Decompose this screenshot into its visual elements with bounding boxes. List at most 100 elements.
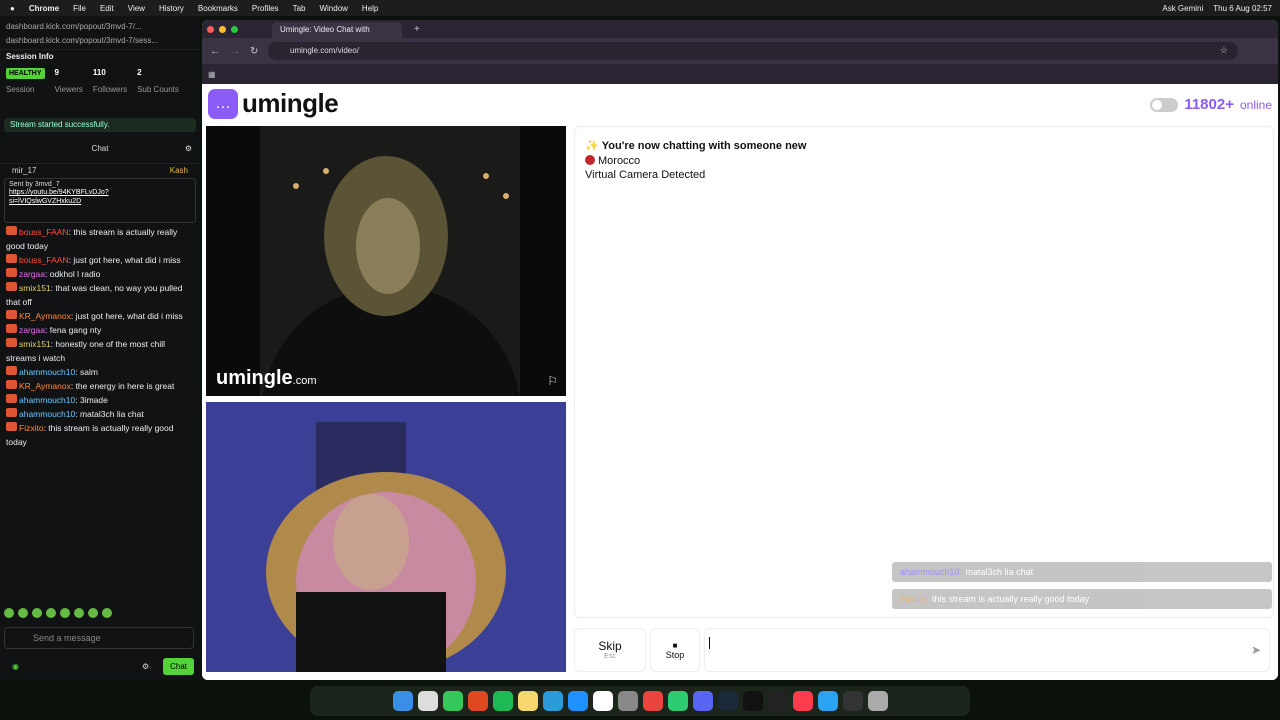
discord-icon[interactable]	[692, 691, 713, 711]
forward-icon[interactable]: →	[230, 46, 240, 57]
chat-username[interactable]: KR_Aymanox	[19, 311, 71, 321]
launchpad-icon[interactable]	[417, 691, 438, 711]
pinned-message: Sent by 3mvd_7 https://youtu.be/94KYBFLv…	[4, 178, 196, 223]
chat-username[interactable]: bouss_FAAN	[19, 227, 69, 237]
sub-badge-icon	[6, 310, 17, 319]
sub-badge-icon	[6, 268, 17, 277]
subs-count: 2	[137, 68, 142, 77]
umingle-logo[interactable]: … umingle	[208, 88, 339, 119]
chat-username[interactable]: zargaa	[19, 325, 45, 335]
new-tab-icon[interactable]: +	[414, 24, 420, 35]
menu-bookmarks[interactable]: Bookmarks	[198, 4, 238, 13]
kash-label[interactable]: Kash	[170, 164, 188, 178]
menu-view[interactable]: View	[128, 4, 145, 13]
pinned-link-2[interactable]: si=lVIQslwGVZHxku2D	[9, 197, 191, 206]
viewers-count: 9	[54, 68, 59, 77]
sub-badge-icon	[6, 394, 17, 403]
music-icon[interactable]	[792, 691, 813, 711]
bookmarks-bar: ▦	[202, 64, 1278, 84]
apps-grid-icon[interactable]: ▦	[208, 70, 216, 79]
menu-history[interactable]: History	[159, 4, 184, 13]
tab-umingle[interactable]: Umingle: Video Chat with	[272, 22, 402, 38]
notes-icon[interactable]	[517, 691, 538, 711]
chat-username[interactable]: zargaa	[19, 269, 45, 279]
chat-username[interactable]: ahammouch10	[19, 367, 75, 377]
theme-toggle[interactable]	[1150, 97, 1179, 112]
chat-message: ahammouch10: salm	[6, 365, 194, 379]
apple-icon[interactable]: ●	[10, 4, 15, 13]
menu-edit[interactable]: Edit	[100, 4, 114, 13]
chat-username[interactable]: bouss_FAAN	[19, 255, 69, 265]
notion-icon[interactable]	[592, 691, 613, 711]
send-icon[interactable]: ➤	[1251, 643, 1261, 657]
emote-bar[interactable]	[4, 608, 194, 620]
tiktok-icon[interactable]	[742, 691, 763, 711]
pinned-link-1[interactable]: https://youtu.be/94KYBFLvDJo?	[9, 188, 191, 197]
chat-text: salm	[79, 367, 98, 377]
finder-icon[interactable]	[392, 691, 413, 711]
pinned-user[interactable]: mir_17	[12, 164, 36, 178]
chat-username[interactable]: ahammouch10	[19, 395, 75, 405]
report-flag-icon[interactable]: ⚐	[547, 374, 558, 388]
chat-send-button[interactable]: Chat	[163, 658, 194, 675]
chrome-icon[interactable]	[642, 691, 663, 711]
chat-username[interactable]: smix151	[19, 339, 51, 349]
umingle-watermark: umingle.com	[216, 367, 317, 389]
steam-icon[interactable]	[717, 691, 738, 711]
facetime-icon[interactable]	[667, 691, 688, 711]
capcut-icon[interactable]	[767, 691, 788, 711]
trash-icon[interactable]	[867, 691, 888, 711]
brave-icon[interactable]	[467, 691, 488, 711]
chat-username[interactable]: KR_Aymanox	[19, 381, 71, 391]
session-stats: HEALTHY Session 9 Viewers 110 Followers 2 S…	[0, 64, 200, 116]
overlay-chat-message: Fizxito this stream is actually really go…	[892, 589, 1272, 609]
menu-window[interactable]: Window	[319, 4, 347, 13]
sub-badge-icon	[6, 422, 17, 431]
bookmark-star-icon[interactable]: ☆	[1220, 45, 1228, 56]
messages-icon[interactable]	[442, 691, 463, 711]
skip-button[interactable]: Skip Esc	[574, 628, 646, 672]
online-counter: 11802+ online	[1150, 96, 1272, 113]
browser-toolbar: ← → ↻ umingle.com/video/ ☆	[202, 38, 1278, 64]
spotify-icon[interactable]	[492, 691, 513, 711]
stranger-video: umingle.com ⚐	[206, 126, 566, 396]
popout-url-1: dashboard.kick.com/popout/3mvd-7/...	[6, 22, 142, 31]
davinci-icon[interactable]	[842, 691, 863, 711]
overlay-chat-message: ahammouch10 matal3ch lia chat	[892, 562, 1272, 582]
chat-message: bouss_FAAN: this stream is actually real…	[6, 226, 178, 251]
country-line: Morocco	[585, 154, 1263, 169]
pinned-row: mir_17 Kash	[0, 164, 200, 178]
kick-icon[interactable]: ◉	[12, 662, 19, 671]
minimize-window-icon[interactable]	[219, 25, 226, 33]
chat-username[interactable]: ahammouch10	[19, 409, 75, 419]
close-window-icon[interactable]	[207, 25, 214, 33]
back-icon[interactable]: ←	[210, 46, 220, 57]
menu-file[interactable]: File	[73, 4, 86, 13]
chat-text: the energy in here is great	[75, 381, 175, 391]
settings-gear-icon[interactable]: ⚙	[142, 662, 149, 671]
chat-message: ahammouch10: matal3ch lia chat	[6, 407, 194, 421]
menu-help[interactable]: Help	[362, 4, 378, 13]
freeform-icon[interactable]	[542, 691, 563, 711]
address-bar[interactable]: umingle.com/video/	[268, 42, 1238, 60]
reload-icon[interactable]: ↻	[250, 46, 258, 57]
system-settings-icon[interactable]	[617, 691, 638, 711]
chat-message-input[interactable]: Send a message	[4, 627, 194, 649]
chat-text: fena gang nty	[49, 325, 102, 335]
gemini-button[interactable]: Ask Gemini	[1162, 4, 1203, 13]
menu-profiles[interactable]: Profiles	[252, 4, 279, 13]
app-store-icon[interactable]	[567, 691, 588, 711]
menu-chrome[interactable]: Chrome	[29, 4, 59, 13]
stop-button[interactable]: ■ Stop	[650, 628, 700, 672]
menu-tab[interactable]: Tab	[293, 4, 306, 13]
maximize-window-icon[interactable]	[231, 25, 238, 33]
chat-settings-icon[interactable]: ⚙	[185, 134, 192, 164]
message-input[interactable]: ➤	[704, 628, 1270, 672]
chat-username[interactable]: smix151	[19, 283, 51, 293]
chat-message: KR_Aymanox: just got here, what did i mi…	[6, 309, 194, 323]
new-chat-notice: ✨ You're now chatting with someone new	[585, 140, 807, 152]
pinned-sender[interactable]: 3mvd_7	[35, 181, 60, 188]
chat-username[interactable]: Fizxito	[19, 423, 44, 433]
safari-icon[interactable]	[817, 691, 838, 711]
lion-mask-person-image	[260, 126, 520, 396]
